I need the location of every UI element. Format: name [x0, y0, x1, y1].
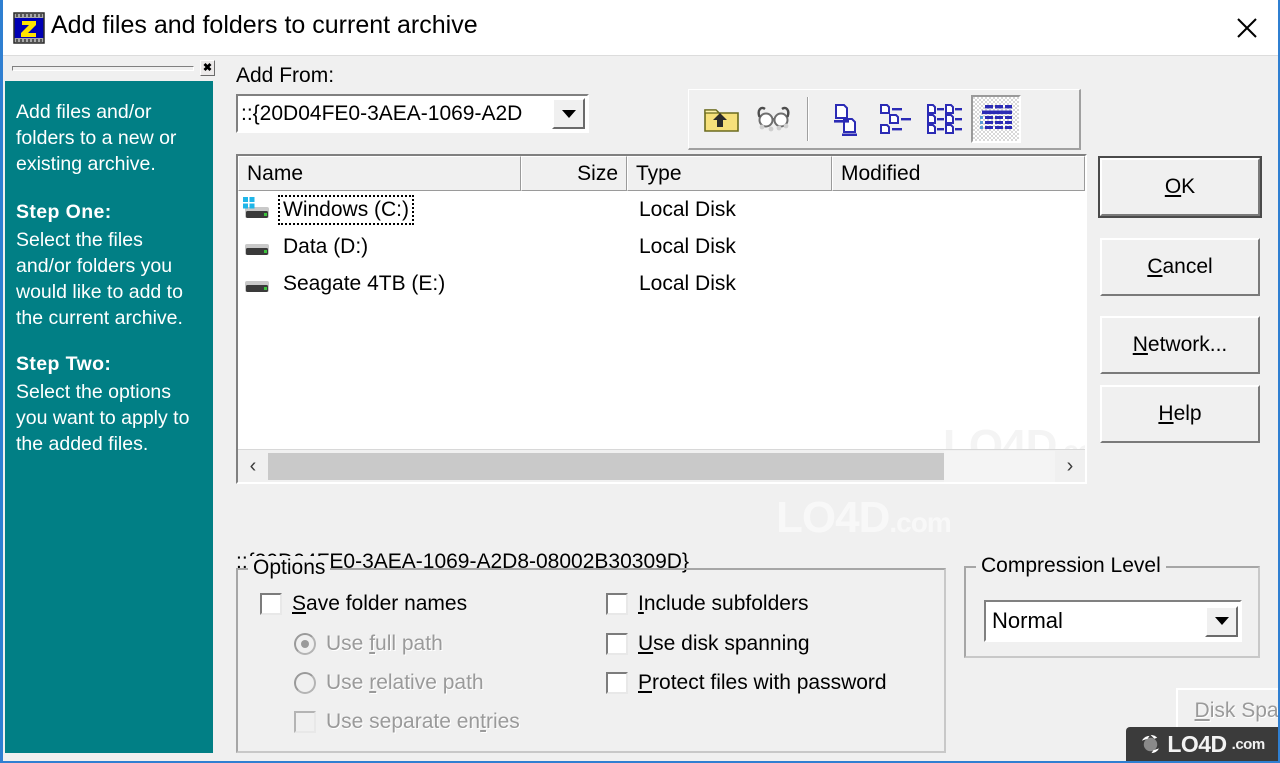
network-button[interactable]: Network...	[1100, 316, 1260, 374]
sidebar-help-text: Add files and/or folders to a new or exi…	[5, 81, 213, 753]
large-icons-icon[interactable]	[821, 95, 871, 143]
radio-icon-selected	[294, 633, 316, 655]
add-from-combobox[interactable]: ::{20D04FE0-3AEA-1069-A2D	[236, 94, 589, 133]
checkbox-icon[interactable]	[606, 593, 628, 615]
table-row[interactable]: Seagate 4TB (E:) Local Disk	[238, 265, 1085, 302]
wizard-sidebar-panel: ✖ Add files and/or folders to a new or e…	[5, 58, 216, 758]
add-from-label: Add From:	[236, 64, 334, 88]
compression-level-value[interactable]: Normal	[986, 608, 1205, 634]
watermark-overlay: LO4D.com	[776, 493, 951, 543]
add-files-dialog: Add files and folders to current archive…	[0, 0, 1280, 763]
options-group: Options Save folder names Use full path …	[236, 568, 946, 753]
file-list-header: Name Size Type Modified	[238, 156, 1085, 191]
checkbox-use-disk-spanning[interactable]: Use disk spanning	[606, 632, 810, 656]
windows-drive-icon	[242, 196, 272, 224]
scrollbar-thumb[interactable]	[268, 453, 944, 480]
add-from-dropdown-arrow-icon[interactable]	[552, 98, 585, 129]
scroll-right-icon[interactable]: ›	[1055, 451, 1085, 482]
window-title: Add files and folders to current archive	[51, 11, 478, 40]
file-list-rows: LO4D.com	[238, 191, 1085, 447]
row-name-text: Data (D:)	[280, 234, 371, 260]
details-view-icon[interactable]	[971, 95, 1021, 143]
scrollbar-track[interactable]	[944, 451, 1055, 482]
cancel-button[interactable]: Cancel	[1100, 238, 1260, 296]
checkbox-include-subfolders[interactable]: Include subfolders	[606, 592, 808, 616]
row-type-cell: Local Disk	[627, 235, 832, 259]
ok-button[interactable]: OK	[1100, 158, 1260, 216]
column-header-type[interactable]: Type	[627, 156, 832, 191]
sidebar-step-two-text: Select the options you want to apply to …	[16, 379, 199, 457]
dialog-body: Add From: ::{20D04FE0-3AEA-1069-A2D	[216, 58, 1278, 758]
sidebar-step-one-text: Select the files and/or folders you woul…	[16, 227, 199, 331]
radio-use-full-path: Use full path	[294, 632, 443, 656]
sidebar-intro-text: Add files and/or folders to a new or exi…	[16, 99, 199, 177]
toolbar-separator	[807, 97, 809, 141]
file-list-view[interactable]: Name Size Type Modified LO4D.com	[236, 154, 1087, 484]
winzip-icon	[13, 12, 45, 44]
small-icons-icon[interactable]	[871, 95, 921, 143]
checkbox-protect-files-with-password[interactable]: Protect files with password	[606, 671, 887, 695]
disk-spanning-button: Disk Spanning...	[1176, 688, 1280, 734]
list-view-icon[interactable]	[921, 95, 971, 143]
sidebar-grip-handle[interactable]	[12, 66, 194, 71]
find-glasses-icon[interactable]	[747, 95, 797, 143]
row-type-cell: Local Disk	[627, 272, 832, 296]
radio-icon	[294, 672, 316, 694]
compression-level-group: Compression Level Normal	[964, 566, 1260, 658]
close-icon[interactable]	[1216, 0, 1278, 55]
table-row[interactable]: Windows (C:) Local Disk	[238, 191, 1085, 228]
title-bar: Add files and folders to current archive	[3, 0, 1278, 56]
row-name-cell[interactable]: Windows (C:)	[238, 196, 521, 224]
compression-level-combobox[interactable]: Normal	[984, 600, 1242, 642]
sidebar-close-icon[interactable]: ✖	[200, 60, 215, 76]
column-header-modified[interactable]: Modified	[832, 156, 1085, 191]
scroll-left-icon[interactable]: ‹	[238, 451, 268, 482]
row-name-cell[interactable]: Seagate 4TB (E:)	[238, 270, 521, 298]
checkbox-icon[interactable]	[606, 672, 628, 694]
hard-drive-icon	[242, 233, 272, 261]
checkbox-save-folder-names[interactable]: Save folder names	[260, 592, 467, 616]
add-from-value[interactable]: ::{20D04FE0-3AEA-1069-A2D	[238, 102, 552, 126]
chevron-down-icon	[1215, 617, 1229, 625]
sidebar-header: ✖	[5, 58, 216, 81]
checkbox-icon	[294, 711, 316, 733]
row-name-text: Windows (C:)	[280, 197, 412, 223]
help-button[interactable]: Help	[1100, 385, 1260, 443]
row-name-text: Seagate 4TB (E:)	[280, 271, 448, 297]
sidebar-step-two-title: Step Two:	[16, 351, 199, 377]
compression-dropdown-arrow-icon[interactable]	[1205, 606, 1238, 637]
sidebar-step-one-title: Step One:	[16, 199, 199, 225]
chevron-down-icon	[562, 110, 576, 118]
row-name-cell[interactable]: Data (D:)	[238, 233, 521, 261]
table-row[interactable]: Data (D:) Local Disk	[238, 228, 1085, 265]
horizontal-scrollbar[interactable]: ‹ ›	[238, 449, 1085, 482]
compression-level-title: Compression Level	[976, 554, 1166, 578]
column-header-name[interactable]: Name	[238, 156, 521, 191]
row-type-cell: Local Disk	[627, 198, 832, 222]
checkbox-icon[interactable]	[606, 633, 628, 655]
column-header-size[interactable]: Size	[521, 156, 627, 191]
checkbox-icon[interactable]	[260, 593, 282, 615]
radio-use-relative-path: Use relative path	[294, 671, 484, 695]
browse-toolbar	[688, 89, 1081, 150]
options-group-title: Options	[248, 556, 330, 580]
up-one-level-icon[interactable]	[697, 95, 747, 143]
hard-drive-icon	[242, 270, 272, 298]
checkbox-use-separate-entries: Use separate entries	[294, 710, 520, 734]
